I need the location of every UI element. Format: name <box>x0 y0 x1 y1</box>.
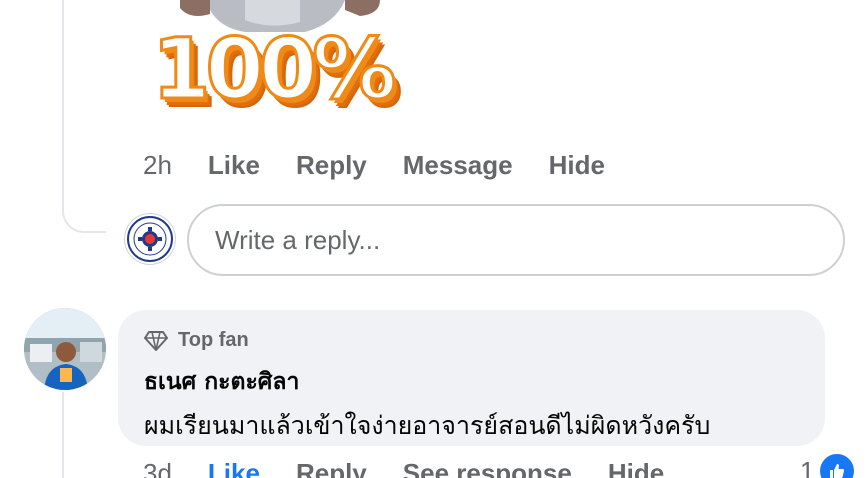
reaction-count: 1 <box>800 455 815 478</box>
hide-button[interactable]: Hide <box>549 150 605 181</box>
comment-bubble: Top fan ธเนศ กะตะศิลา ผมเรียนมาแล้วเข้าใ… <box>118 310 825 446</box>
thread-connector-curve <box>62 185 106 233</box>
comment-thread: 100% 2h Like Reply Message Hide Write a … <box>0 0 866 478</box>
reply-input-field[interactable] <box>187 204 845 276</box>
sticker-reply-actions: 2h Like Reply Message Hide <box>143 150 641 181</box>
reply-button[interactable]: Reply <box>296 150 367 181</box>
badge-label: Top fan <box>178 328 249 351</box>
timestamp[interactable]: 3d <box>143 458 172 478</box>
like-button[interactable]: Like <box>208 150 260 181</box>
comment-text: ผมเรียนมาแล้วเข้าใจง่ายอาจารย์สอนดีไม่ผิ… <box>144 411 711 440</box>
reaction-summary[interactable]: 1 <box>800 452 857 478</box>
thread-connector-line-bottom <box>62 392 64 478</box>
timestamp[interactable]: 2h <box>143 150 172 181</box>
diamond-icon <box>144 331 168 351</box>
avatar-photo <box>24 308 106 390</box>
sticker-image[interactable]: 100% <box>150 0 440 138</box>
commenter-avatar[interactable] <box>24 308 106 390</box>
reply-button[interactable]: Reply <box>296 458 367 478</box>
thread-connector-line <box>62 0 64 205</box>
page-logo-icon <box>127 216 173 262</box>
top-fan-badge[interactable]: Top fan <box>144 326 825 354</box>
thumbs-up-icon <box>818 452 857 478</box>
see-response-button[interactable]: See response <box>403 458 572 478</box>
reply-input[interactable] <box>213 223 843 257</box>
message-button[interactable]: Message <box>403 150 513 181</box>
like-button[interactable]: Like <box>208 458 260 478</box>
hide-button[interactable]: Hide <box>608 458 664 478</box>
page-avatar[interactable] <box>124 213 176 265</box>
comment-actions: 3d Like Reply See response Hide <box>143 458 700 478</box>
comment-author[interactable]: ธเนศ กะตะศิลา <box>144 364 825 400</box>
sticker-text: 100% <box>151 19 398 120</box>
